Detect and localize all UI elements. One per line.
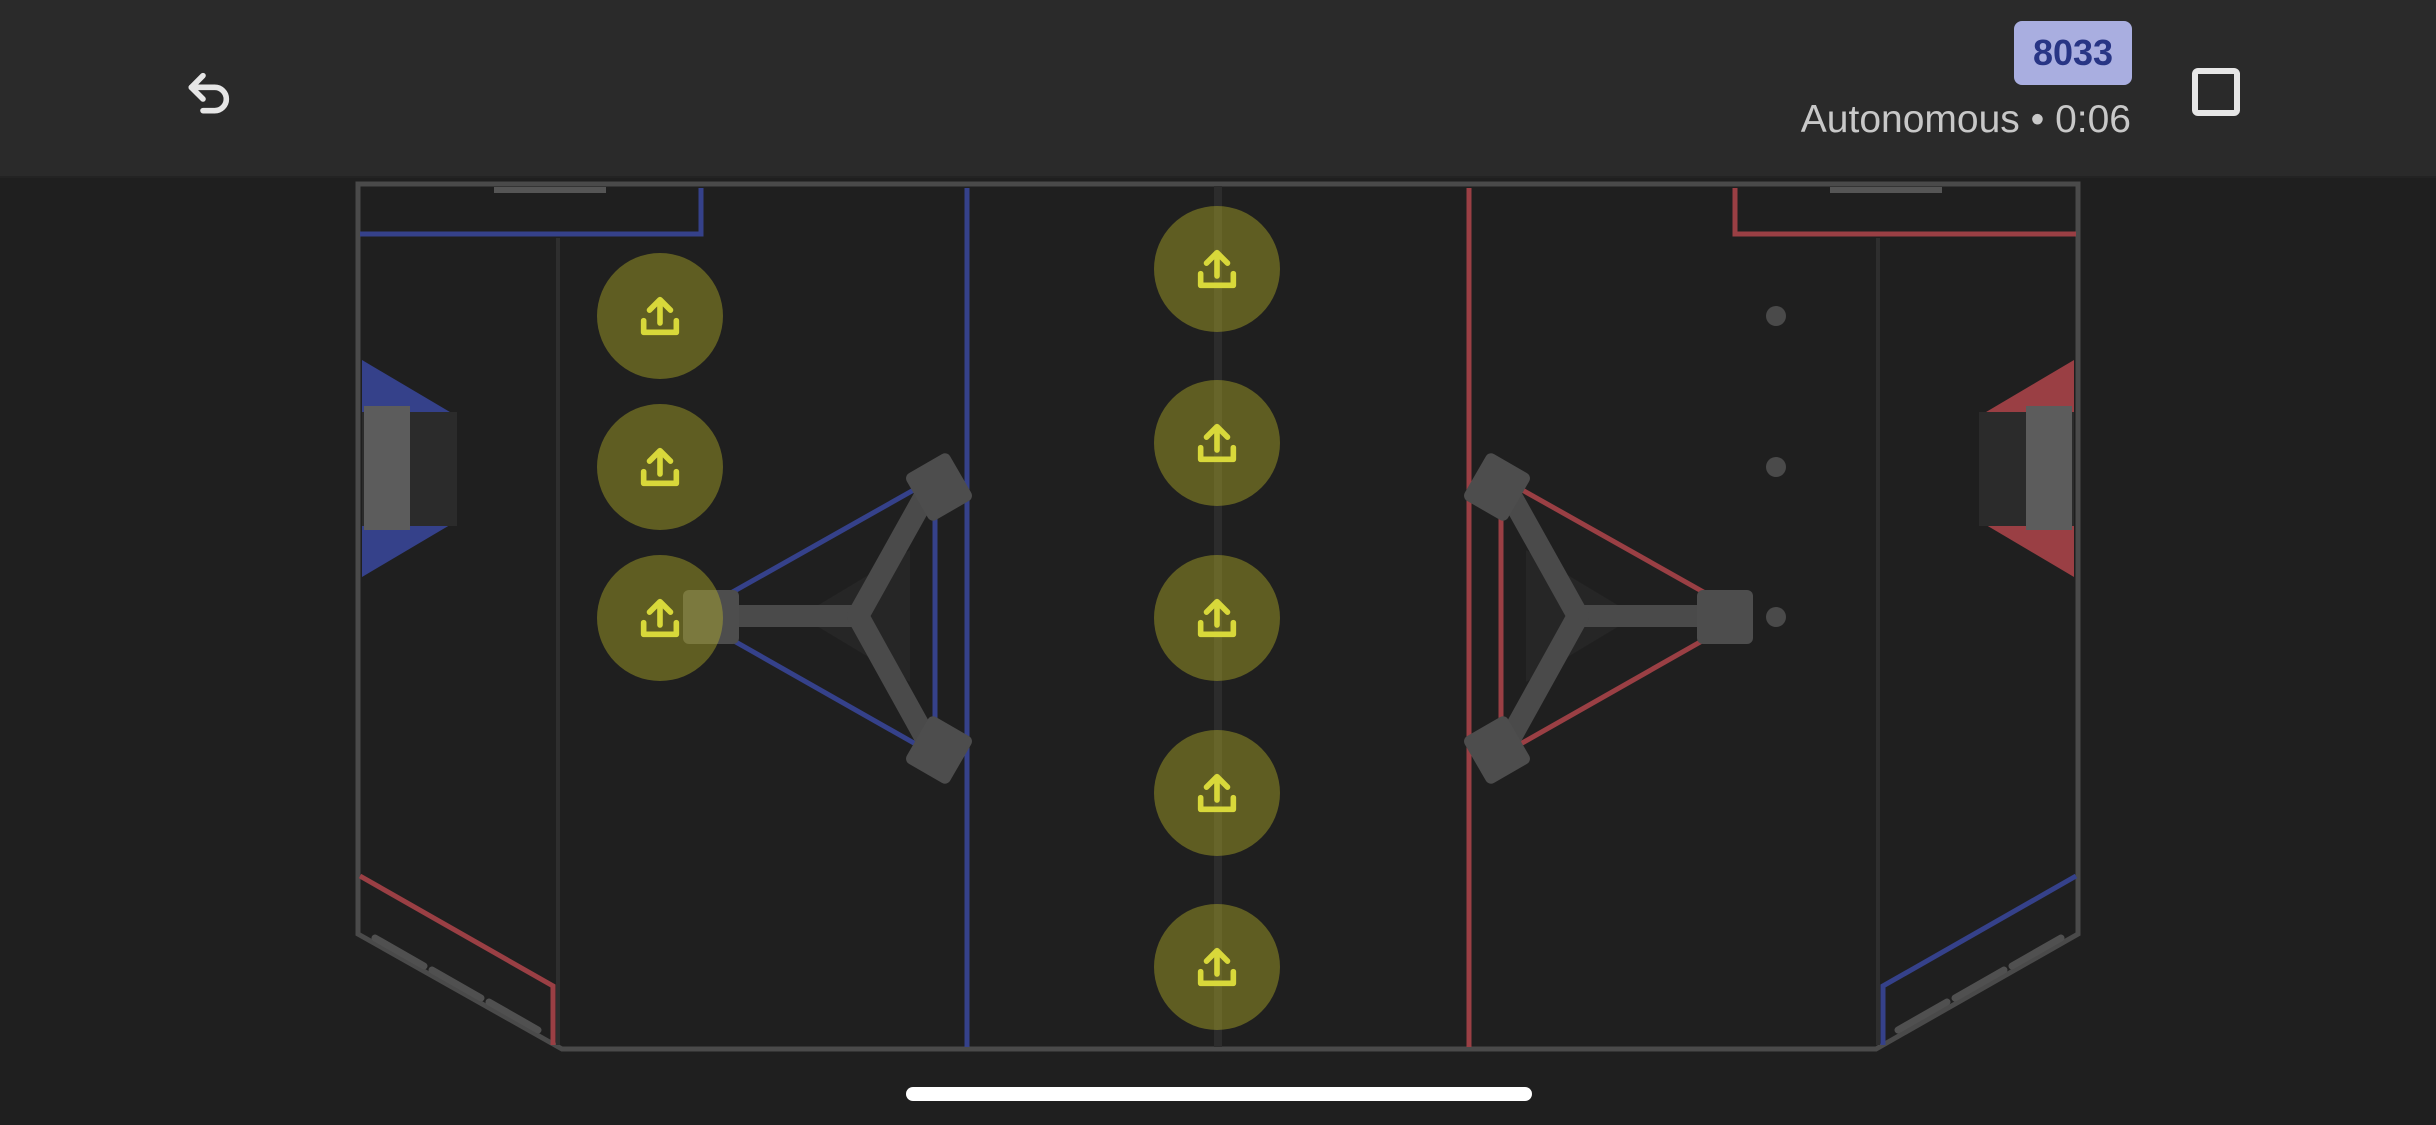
upload-tray-icon: [1197, 598, 1237, 638]
red-note-marker: [1766, 457, 1786, 477]
red-note-marker: [1766, 607, 1786, 627]
upload-tray-icon: [640, 598, 680, 638]
note-button-blue-wing-1[interactable]: [597, 253, 723, 379]
upload-tray-icon: [640, 447, 680, 487]
upload-tray-icon: [1197, 947, 1237, 987]
note-button-center-4[interactable]: [1154, 730, 1280, 856]
red-note-marker: [1766, 306, 1786, 326]
note-button-blue-wing-3[interactable]: [597, 555, 723, 681]
upload-tray-icon: [1197, 773, 1237, 813]
note-button-blue-wing-2[interactable]: [597, 404, 723, 530]
upload-tray-icon: [1197, 423, 1237, 463]
note-button-center-1[interactable]: [1154, 206, 1280, 332]
upload-tray-icon: [1197, 249, 1237, 289]
note-button-center-3[interactable]: [1154, 555, 1280, 681]
note-button-center-2[interactable]: [1154, 380, 1280, 506]
upload-tray-icon: [640, 296, 680, 336]
note-button-center-5[interactable]: [1154, 904, 1280, 1030]
home-indicator[interactable]: [906, 1087, 1532, 1101]
